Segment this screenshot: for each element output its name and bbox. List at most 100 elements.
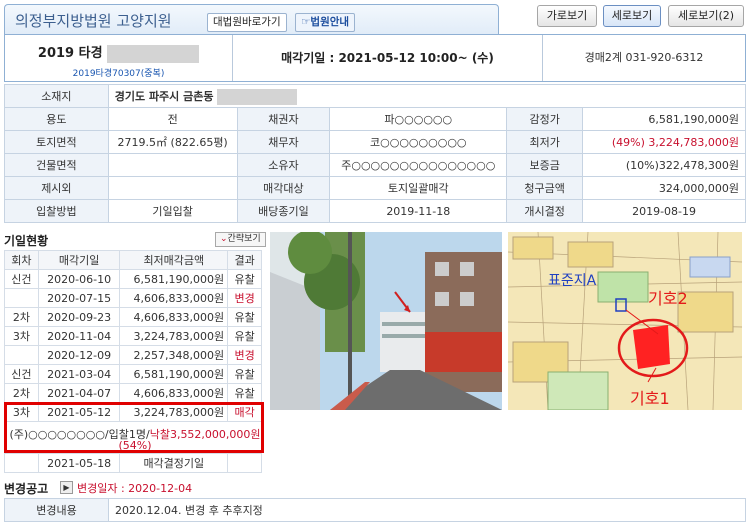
table-row: 신건 2020-06-10 6,581,190,000원 유찰 [4,269,262,289]
supreme-court-link-button[interactable]: 대법원바로가기 [207,13,287,32]
round-cell [4,453,39,473]
info-value: 2019-11-18 [329,199,508,223]
info-value: 주○○○○○○○○○○○○○○○ [329,153,508,177]
date-cell: 2021-03-04 [37,364,121,384]
info-label: 청구금액 [506,176,584,200]
round-cell [4,288,39,308]
price-cell: 4,606,833,000원 [119,307,229,327]
info-value: 전 [107,107,238,131]
table-row: 제시외 매각대상 토지일괄매각 청구금액 324,000,000원 [4,176,746,200]
price-cell: 3,224,783,000원 [119,326,229,346]
redacted-block [217,88,297,105]
info-label: 용도 [4,107,109,131]
table-row: 건물면적 소유자 주○○○○○○○○○○○○○○○ 보증금 (10%)322,4… [4,153,746,177]
case-sub-number[interactable]: 2019타경70307(중복) [5,66,232,79]
map-label-a: 표준지A [548,273,597,289]
round-cell: 2차 [4,307,39,327]
brief-view-label: 간략보기 [227,234,261,244]
location-label: 소재지 [4,84,109,108]
result-cell: 변경 [227,288,262,308]
horizontal-view-button[interactable]: 가로보기 [537,5,597,27]
info-value: 토지일괄매각 [329,176,508,200]
table-row: 용도 전 채권자 파○○○○○○ 감정가 6,581,190,000원 [4,107,746,131]
property-info-table: 소재지 경기도 파주시 금촌동 용도 전 채권자 파○○○○○○ 감정가 6,5… [4,84,747,223]
highlight-box [4,402,264,453]
result-cell: 유찰 [227,307,262,327]
round-cell: 신건 [4,269,39,289]
brief-view-button[interactable]: ⌄간략보기 [215,232,266,247]
case-number-cell: 2019 타경 2019타경70307(중복) [5,35,233,81]
map-label-2: 기호2 [648,289,688,308]
info-label: 채무자 [236,130,331,154]
table-row: 2차 2021-04-07 4,606,833,000원 유찰 [4,383,262,403]
property-photo[interactable] [270,232,502,410]
vertical-view-button[interactable]: 세로보기 [603,5,661,27]
sale-date: 매각기일 : 2021-05-12 10:00~ (수) [233,35,543,81]
notice-date: 변경일자 : 2020-12-04 [77,482,193,495]
chevron-right-icon[interactable]: ▶ [60,481,73,494]
table-header-row: 회차 매각기일 최저매각금액 결과 [4,250,262,270]
table-row: 3차 2020-11-04 3,224,783,000원 유찰 [4,326,262,346]
claim-value: 324,000,000원 [582,176,746,200]
column-header: 최저매각금액 [119,250,229,270]
info-value: 2019-08-19 [582,199,746,223]
price-cell: 6,581,190,000원 [119,269,229,289]
court-guide-label: 법원안내 [310,16,350,28]
notice-content-value: 2020.12.04. 변경 후 추후지정 [108,498,746,522]
street-photo-illustration [270,232,502,410]
property-map[interactable]: 표준지A 기호2 기호1 [508,232,742,410]
decision-cell: 매각결정기일 [119,453,229,473]
case-box: 2019 타경 2019타경70307(중복) 매각기일 : 2021-05-1… [4,34,746,82]
table-row: 2020-07-15 4,606,833,000원 변경 [4,288,262,308]
info-label: 감정가 [506,107,584,131]
result-cell [227,453,262,473]
info-label: 개시결정 [506,199,584,223]
date-cell: 2021-05-18 [37,453,121,473]
info-label: 배당종기일 [236,199,331,223]
vertical-view-2-button[interactable]: 세로보기(2) [668,5,744,27]
notice-table: 변경내용 2020.12.04. 변경 후 추후지정 [4,498,746,522]
date-cell: 2020-07-15 [37,288,121,308]
info-value [107,153,238,177]
department-phone: 경매2계 031-920-6312 [584,51,704,64]
column-header: 매각기일 [37,250,121,270]
table-row: 변경내용 2020.12.04. 변경 후 추후지정 [4,498,746,522]
map-label-1: 기호1 [630,389,670,408]
notice-title: 변경공고 [4,482,49,496]
cadastral-map-illustration: 표준지A 기호2 기호1 [508,232,742,410]
table-row: 2020-12-09 2,257,348,000원 변경 [4,345,262,365]
column-header: 회차 [4,250,39,270]
info-label: 채권자 [236,107,331,131]
minimum-price-value: (49%) 3,224,783,000원 [582,130,746,154]
price-cell: 4,606,833,000원 [119,288,229,308]
table-row: 2021-05-18 매각결정기일 [4,453,262,473]
column-header: 결과 [227,250,262,270]
date-cell: 2020-06-10 [37,269,121,289]
redacted-block [107,44,200,63]
info-label: 토지면적 [4,130,109,154]
info-label: 제시외 [4,176,109,200]
location-value: 경기도 파주시 금촌동 [107,84,747,108]
court-guide-button[interactable]: ☞법원안내 [295,13,356,32]
info-label: 매각대상 [236,176,331,200]
table-row: 신건 2021-03-04 6,581,190,000원 유찰 [4,364,262,384]
info-label: 건물면적 [4,153,109,177]
result-cell: 변경 [227,345,262,365]
round-cell: 3차 [4,326,39,346]
hand-pointer-icon: ☞ [301,16,311,28]
result-cell: 유찰 [227,383,262,403]
date-cell: 2020-09-23 [37,307,121,327]
history-title: 기일현황 [4,234,49,248]
info-value: 파○○○○○○ [329,107,508,131]
round-cell [4,345,39,365]
date-cell: 2020-11-04 [37,326,121,346]
location-text: 경기도 파주시 금촌동 [114,89,214,103]
notice-content-label: 변경내용 [4,498,109,522]
info-label: 보증금 [506,153,584,177]
court-name: 의정부지방법원 고양지원 [15,12,172,30]
date-cell: 2021-04-07 [37,383,121,403]
round-cell: 신건 [4,364,39,384]
court-tab: 의정부지방법원 고양지원 대법원바로가기 ☞법원안내 [4,4,499,34]
info-label: 입찰방법 [4,199,109,223]
deposit-value: (10%)322,478,300원 [582,153,746,177]
